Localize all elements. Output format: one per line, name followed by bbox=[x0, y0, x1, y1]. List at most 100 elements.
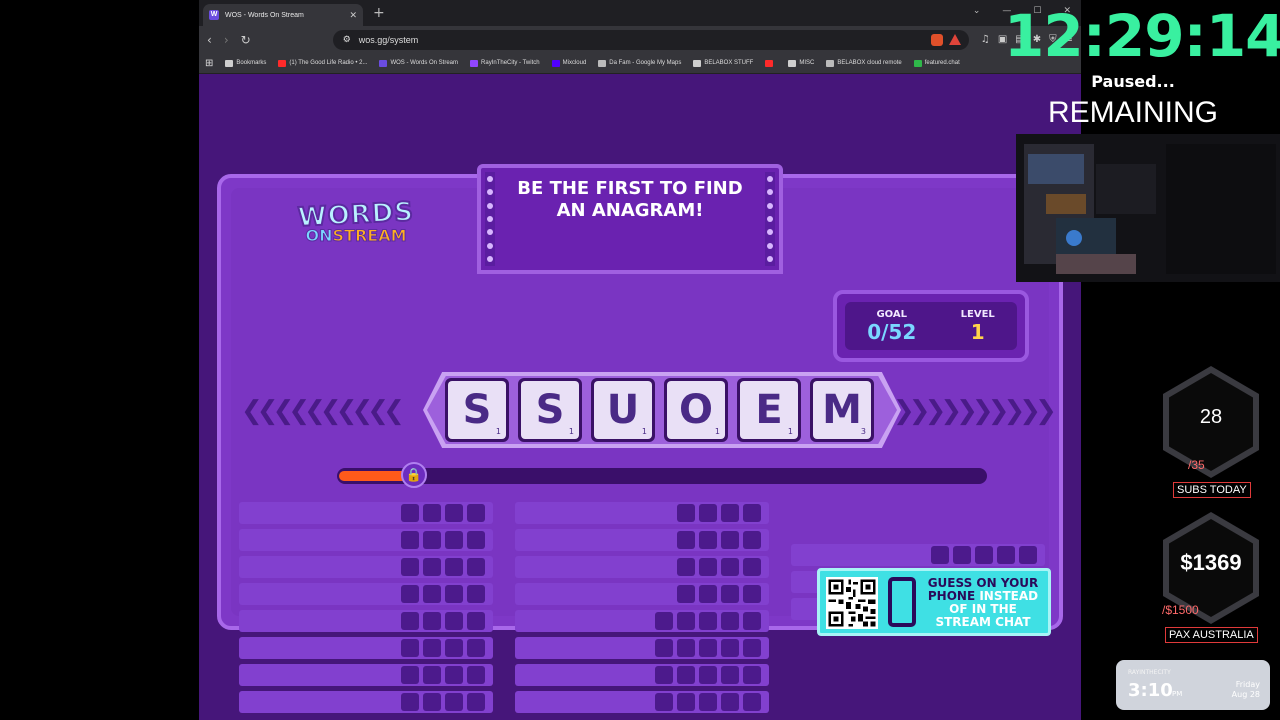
clock-widget: RAYINTHECITY 3:10 PM Friday Aug 28 bbox=[1116, 660, 1270, 710]
letter-slot bbox=[423, 612, 441, 630]
word-slot-row bbox=[515, 583, 769, 605]
letter-slot bbox=[423, 504, 441, 522]
back-icon[interactable]: ‹ bbox=[207, 33, 212, 47]
goal-label: GOAL bbox=[876, 308, 907, 320]
word-slot-row bbox=[791, 544, 1045, 566]
letter-slot bbox=[423, 558, 441, 576]
bookmark-label: RayInTheCity - Twitch bbox=[481, 60, 540, 66]
bookmark-label: (1) The Good Life Radio • 2... bbox=[289, 60, 368, 66]
letter-slot bbox=[699, 585, 717, 603]
bookmark-item[interactable]: featured.chat bbox=[913, 59, 960, 67]
letter-slot bbox=[721, 558, 739, 576]
apps-icon[interactable]: ⊞ bbox=[205, 58, 213, 69]
chevron-right-decoration: ❯❯❯❯❯❯❯❯❯❯ bbox=[893, 396, 1057, 426]
music-icon[interactable]: ♫ bbox=[981, 34, 990, 45]
clock-time: 3:10 bbox=[1128, 680, 1173, 701]
bookmark-item[interactable]: BELABOX STUFF bbox=[693, 59, 754, 67]
letter-tile: U1 bbox=[591, 378, 655, 442]
letter-slot bbox=[699, 666, 717, 684]
letter-slot bbox=[401, 666, 419, 684]
bookmark-item[interactable]: BELABOX cloud remote bbox=[826, 59, 902, 67]
bookmark-item[interactable]: Mixcloud bbox=[551, 59, 586, 67]
letter-slot bbox=[743, 504, 761, 522]
url-field[interactable]: ⚙ wos.gg/system bbox=[332, 29, 969, 50]
brave-rewards-icon[interactable] bbox=[948, 33, 961, 45]
chevron-down-icon[interactable]: ⌄ bbox=[973, 6, 981, 16]
letter-slot bbox=[401, 558, 419, 576]
letter-slot bbox=[677, 612, 695, 630]
instruction-banner: BE THE FIRST TO FIND AN ANAGRAM! bbox=[477, 164, 783, 274]
word-slot-row bbox=[239, 664, 493, 686]
word-slot-row bbox=[515, 610, 769, 632]
tile-points: 1 bbox=[495, 427, 501, 436]
letter-slot bbox=[423, 666, 441, 684]
clock-ampm: PM bbox=[1172, 690, 1183, 698]
wos-favicon-icon: W bbox=[209, 10, 219, 20]
bookmark-item[interactable]: WOS - Words On Stream bbox=[379, 59, 458, 67]
letter-slot bbox=[467, 558, 485, 576]
site-info-icon[interactable]: ⚙ bbox=[343, 34, 351, 45]
letter-slot bbox=[721, 639, 739, 657]
tab-wos[interactable]: W WOS - Words On Stream ✕ bbox=[203, 4, 363, 26]
bookmark-item[interactable]: Bookmarks bbox=[225, 59, 266, 67]
clock-dow: Friday bbox=[1235, 680, 1260, 689]
bookmark-item[interactable]: MISC bbox=[788, 59, 814, 67]
word-slot-row bbox=[239, 583, 493, 605]
letter-slot bbox=[1019, 546, 1037, 564]
letter-slot bbox=[467, 693, 485, 711]
close-icon[interactable]: ✕ bbox=[349, 10, 357, 21]
qr-line2-instead: INSTEAD bbox=[979, 589, 1039, 603]
dots-left bbox=[485, 172, 495, 266]
new-tab-icon[interactable]: + bbox=[373, 2, 385, 24]
bookmark-item[interactable]: Da Fam - Google My Maps bbox=[598, 59, 682, 67]
qr-line2-phone: PHONE bbox=[927, 589, 976, 603]
qr-instructions: GUESS ON YOUR PHONE INSTEAD OF IN THE ST… bbox=[922, 577, 1044, 629]
letter-slot bbox=[699, 639, 717, 657]
bookmark-label: featured.chat bbox=[924, 60, 960, 66]
word-slot-row bbox=[515, 691, 769, 713]
banner-line2: AN ANAGRAM! bbox=[556, 200, 704, 221]
letter-slot bbox=[467, 612, 485, 630]
phone-icon bbox=[888, 577, 916, 627]
qr-panel[interactable]: GUESS ON YOUR PHONE INSTEAD OF IN THE ST… bbox=[817, 568, 1051, 636]
brave-shields-icon[interactable] bbox=[930, 33, 943, 46]
browser-window: W WOS - Words On Stream ✕ + ⌄ — ☐ ✕ ‹ › … bbox=[199, 0, 1081, 720]
donation-target: /$1500 bbox=[1162, 603, 1199, 617]
qr-code-icon[interactable] bbox=[826, 577, 878, 629]
bookmark-label: BELABOX cloud remote bbox=[837, 60, 902, 66]
forward-icon[interactable]: › bbox=[224, 33, 229, 47]
letter-slot bbox=[445, 612, 463, 630]
letter-slot bbox=[699, 558, 717, 576]
bookmark-item[interactable] bbox=[765, 59, 776, 67]
word-slot-row bbox=[239, 691, 493, 713]
clock-date: Aug 28 bbox=[1231, 690, 1260, 699]
reload-icon[interactable]: ↻ bbox=[241, 33, 251, 47]
word-slot-row bbox=[239, 610, 493, 632]
bookmark-item[interactable]: (1) The Good Life Radio • 2... bbox=[278, 59, 368, 67]
donation-label: PAX AUSTRALIA bbox=[1165, 627, 1258, 643]
letter-slot bbox=[467, 585, 485, 603]
bookmark-label: Da Fam - Google My Maps bbox=[609, 60, 682, 66]
subs-value: 28 bbox=[1199, 406, 1223, 428]
letter-slot bbox=[743, 693, 761, 711]
webcam-feed bbox=[1016, 134, 1280, 282]
letter-slot bbox=[655, 612, 673, 630]
bookmark-item[interactable]: RayInTheCity - Twitch bbox=[470, 59, 540, 67]
subs-hex: 28 bbox=[1163, 366, 1259, 478]
goal-level-panel: GOAL 0/52 LEVEL 1 bbox=[833, 290, 1029, 362]
wos-logo: WORDS ONSTREAM bbox=[281, 196, 431, 270]
webcam-image bbox=[1016, 134, 1280, 282]
letter-slot bbox=[467, 531, 485, 549]
bookmark-label: BELABOX STUFF bbox=[704, 60, 754, 66]
url-text: wos.gg/system bbox=[358, 34, 419, 45]
tile-points: 1 bbox=[568, 427, 574, 436]
youtube-icon bbox=[765, 59, 774, 67]
level-value: 1 bbox=[970, 319, 985, 344]
letter-slot bbox=[445, 639, 463, 657]
tile-points: 1 bbox=[714, 427, 720, 436]
letter-slot bbox=[997, 546, 1015, 564]
letter-slot bbox=[743, 585, 761, 603]
globe-icon bbox=[826, 59, 835, 67]
progress-bar: 🔒 bbox=[337, 462, 987, 488]
letter-slot bbox=[677, 693, 695, 711]
